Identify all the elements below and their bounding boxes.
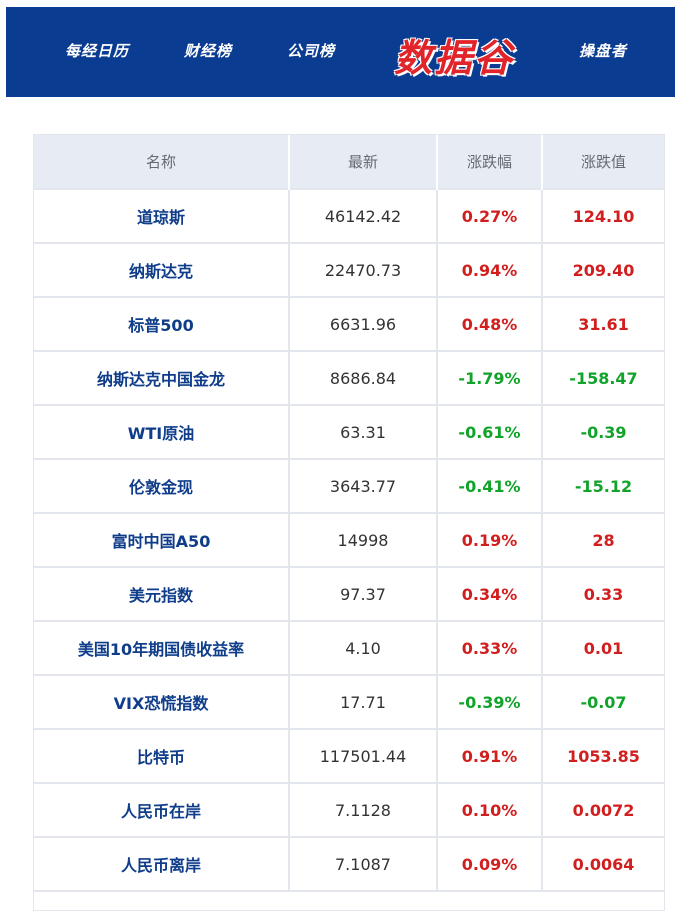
row-latest: 46142.42 bbox=[289, 188, 438, 243]
header-banner: 每经日历 财经榜 公司榜 数据谷 操盘者 bbox=[6, 7, 675, 97]
table-row[interactable]: 纳斯达克中国金龙 8686.84 -1.79% -158.47 bbox=[34, 350, 664, 405]
row-change-pct: 0.19% bbox=[437, 512, 543, 567]
row-latest: 7.1128 bbox=[289, 782, 438, 837]
row-latest: 63.31 bbox=[289, 404, 438, 459]
row-latest: 7.1087 bbox=[289, 836, 438, 890]
row-name: 纳斯达克中国金龙 bbox=[34, 350, 290, 405]
row-change-value: 209.40 bbox=[542, 242, 664, 297]
row-name: 标普500 bbox=[34, 296, 290, 351]
row-name: WTI原油 bbox=[34, 404, 290, 459]
column-header-change-value: 涨跌值 bbox=[542, 135, 664, 189]
row-name: 纳斯达克 bbox=[34, 242, 290, 297]
table-row[interactable]: 人民币离岸 7.1087 0.09% 0.0064 bbox=[34, 836, 664, 890]
table-footer bbox=[34, 890, 664, 910]
row-change-value: 28 bbox=[542, 512, 664, 567]
row-change-value: 0.0064 bbox=[542, 836, 664, 890]
row-change-pct: 0.34% bbox=[437, 566, 543, 621]
row-latest: 8686.84 bbox=[289, 350, 438, 405]
table-row[interactable]: VIX恐慌指数 17.71 -0.39% -0.07 bbox=[34, 674, 664, 729]
row-latest: 14998 bbox=[289, 512, 438, 567]
nav-item-trader[interactable]: 操盘者 bbox=[579, 40, 627, 61]
row-name: 富时中国A50 bbox=[34, 512, 290, 567]
column-header-latest: 最新 bbox=[289, 135, 438, 189]
table-row[interactable]: 纳斯达克 22470.73 0.94% 209.40 bbox=[34, 242, 664, 297]
row-latest: 3643.77 bbox=[289, 458, 438, 513]
row-latest: 17.71 bbox=[289, 674, 438, 729]
row-change-pct: 0.10% bbox=[437, 782, 543, 837]
table-row[interactable]: 美元指数 97.37 0.34% 0.33 bbox=[34, 566, 664, 621]
row-change-pct: 0.91% bbox=[437, 728, 543, 783]
row-change-value: 0.0072 bbox=[542, 782, 664, 837]
row-name: 人民币在岸 bbox=[34, 782, 290, 837]
row-change-pct: 0.94% bbox=[437, 242, 543, 297]
row-change-pct: -0.41% bbox=[437, 458, 543, 513]
table-row[interactable]: 伦敦金现 3643.77 -0.41% -15.12 bbox=[34, 458, 664, 513]
row-change-pct: 0.27% bbox=[437, 188, 543, 243]
row-change-pct: 0.33% bbox=[437, 620, 543, 675]
table-row[interactable]: 道琼斯 46142.42 0.27% 124.10 bbox=[34, 188, 664, 243]
row-change-pct: -0.39% bbox=[437, 674, 543, 729]
row-change-pct: 0.09% bbox=[437, 836, 543, 890]
row-change-pct: -0.61% bbox=[437, 404, 543, 459]
row-latest: 97.37 bbox=[289, 566, 438, 621]
row-change-value: 0.01 bbox=[542, 620, 664, 675]
column-header-name: 名称 bbox=[34, 135, 290, 189]
row-change-value: 0.33 bbox=[542, 566, 664, 621]
table-row[interactable]: 比特币 117501.44 0.91% 1053.85 bbox=[34, 728, 664, 783]
row-name: 伦敦金现 bbox=[34, 458, 290, 513]
row-name: 美元指数 bbox=[34, 566, 290, 621]
row-change-value: -0.39 bbox=[542, 404, 664, 459]
row-name: 美国10年期国债收益率 bbox=[34, 620, 290, 675]
row-change-value: -158.47 bbox=[542, 350, 664, 405]
row-name: 人民币离岸 bbox=[34, 836, 290, 890]
row-change-value: 31.61 bbox=[542, 296, 664, 351]
table-row[interactable]: 富时中国A50 14998 0.19% 28 bbox=[34, 512, 664, 567]
row-latest: 6631.96 bbox=[289, 296, 438, 351]
row-change-value: 1053.85 bbox=[542, 728, 664, 783]
row-latest: 4.10 bbox=[289, 620, 438, 675]
row-latest: 22470.73 bbox=[289, 242, 438, 297]
nav-item-company-rank[interactable]: 公司榜 bbox=[287, 40, 335, 61]
table-row[interactable]: WTI原油 63.31 -0.61% -0.39 bbox=[34, 404, 664, 459]
table-row[interactable]: 美国10年期国债收益率 4.10 0.33% 0.01 bbox=[34, 620, 664, 675]
row-change-pct: 0.48% bbox=[437, 296, 543, 351]
market-data-table: 名称 最新 涨跌幅 涨跌值 道琼斯 46142.42 0.27% 124.10 纳斯达克… bbox=[33, 134, 665, 911]
row-change-value: -15.12 bbox=[542, 458, 664, 513]
table-row[interactable]: 标普500 6631.96 0.48% 31.61 bbox=[34, 296, 664, 351]
row-name: VIX恐慌指数 bbox=[34, 674, 290, 729]
row-name: 道琼斯 bbox=[34, 188, 290, 243]
column-header-change-pct: 涨跌幅 bbox=[437, 135, 543, 189]
data-valley-logo: 数据谷 bbox=[394, 36, 515, 80]
nav-item-finance-rank[interactable]: 财经榜 bbox=[184, 40, 232, 61]
row-name: 比特币 bbox=[34, 728, 290, 783]
row-change-value: -0.07 bbox=[542, 674, 664, 729]
table-row[interactable]: 人民币在岸 7.1128 0.10% 0.0072 bbox=[34, 782, 664, 837]
row-change-value: 124.10 bbox=[542, 188, 664, 243]
nav-item-calendar[interactable]: 每经日历 bbox=[65, 40, 129, 61]
row-change-pct: -1.79% bbox=[437, 350, 543, 405]
row-latest: 117501.44 bbox=[289, 728, 438, 783]
table-header-row: 名称 最新 涨跌幅 涨跌值 bbox=[34, 135, 664, 189]
